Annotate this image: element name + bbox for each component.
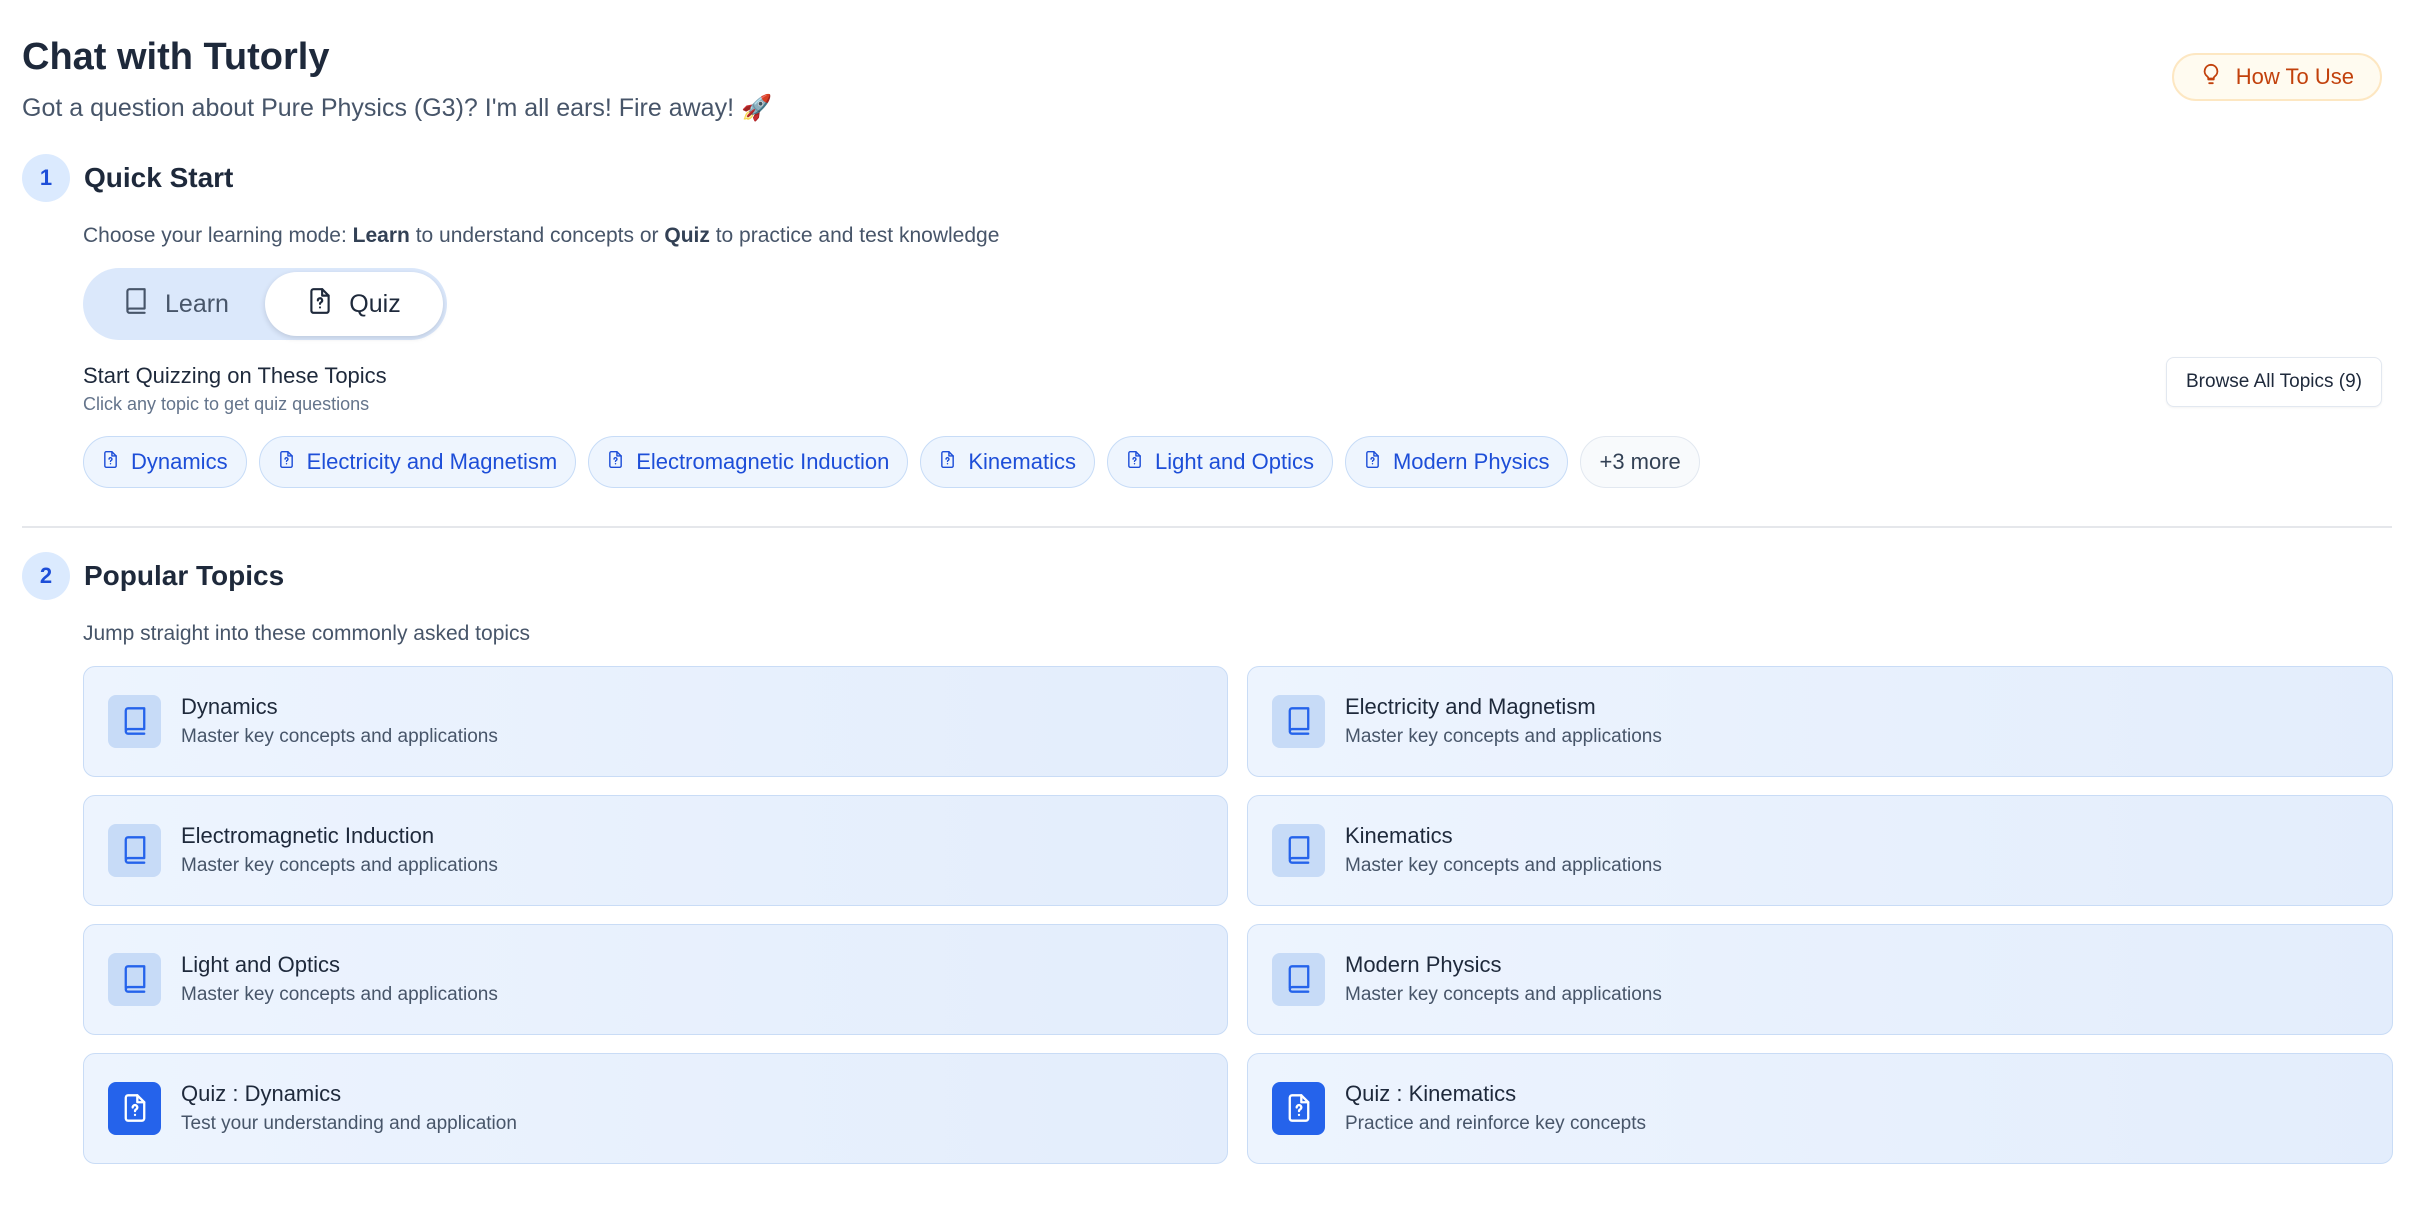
card-subtitle: Master key concepts and applications — [1345, 725, 1662, 747]
quiz-file-icon — [939, 449, 956, 475]
topic-card[interactable]: Electromagnetic Induction Master key conc… — [83, 794, 1228, 906]
learn-mode-button[interactable]: Learn — [87, 272, 265, 336]
topic-card[interactable]: Dynamics Master key concepts and applicat… — [83, 665, 1228, 777]
chip-label: Electricity and Magnetism — [306, 449, 558, 474]
quiz-file-icon — [1126, 449, 1143, 475]
quiz-topic-chip[interactable]: Electromagnetic Induction — [588, 436, 909, 488]
lightbulb-icon — [2200, 63, 2222, 91]
topic-card[interactable]: Modern Physics Master key concepts and ap… — [1247, 923, 2393, 1035]
topic-card[interactable]: Quiz : Kinematics Practice and reinforce … — [1247, 1052, 2393, 1164]
quiz-topic-chip[interactable]: Electricity and Magnetism — [258, 436, 577, 488]
header: Chat with Tutorly Got a question about P… — [22, 34, 2392, 154]
chip-label: Light and Optics — [1154, 449, 1314, 474]
card-subtitle: Test your understanding and application — [181, 1112, 517, 1134]
book-icon — [108, 823, 161, 877]
learn-mode-label: Learn — [165, 289, 229, 318]
card-text: Light and Optics Master key concepts and … — [181, 951, 498, 1008]
quiz-file-icon — [307, 287, 333, 322]
page-subtitle: Got a question about Pure Physics (G3)? … — [22, 94, 773, 122]
card-subtitle: Master key concepts and applications — [181, 854, 498, 876]
card-subtitle: Master key concepts and applications — [181, 983, 498, 1005]
section-divider — [22, 526, 2392, 528]
card-title: Quiz : Dynamics — [181, 1080, 342, 1106]
popular-topics-desc: Jump straight into these commonly asked … — [83, 621, 531, 645]
card-title: Kinematics — [1345, 822, 1453, 848]
popular-topics-header: 2 Popular Topics — [22, 551, 2392, 600]
card-subtitle: Master key concepts and applications — [1345, 854, 1662, 876]
mode-description: Choose your learning mode: Learn to unde… — [83, 222, 2392, 250]
section-title-popular-topics: Popular Topics — [84, 559, 285, 591]
quiz-topic-chip[interactable]: Dynamics — [83, 436, 247, 488]
more-topics-chip[interactable]: +3 more — [1580, 436, 1700, 488]
quiz-topics-header: Start Quizzing on These Topics Click any… — [83, 357, 2392, 420]
card-text: Kinematics Master key concepts and applic… — [1345, 822, 1662, 879]
book-icon — [108, 952, 161, 1006]
card-subtitle: Master key concepts and applications — [1345, 983, 1662, 1005]
mode-desc-learn: Learn — [352, 224, 410, 247]
card-text: Quiz : Dynamics Test your understanding a… — [181, 1080, 517, 1137]
book-icon — [108, 694, 161, 748]
topic-card[interactable]: Kinematics Master key concepts and applic… — [1247, 794, 2393, 906]
section-title-quick-start: Quick Start — [84, 162, 234, 193]
quick-start-body: Choose your learning mode: Learn to unde… — [22, 222, 2392, 488]
card-title: Light and Optics — [181, 951, 340, 977]
quiz-topics-title: Start Quizzing on These Topics — [83, 363, 387, 388]
topic-card[interactable]: Quiz : Dynamics Test your understanding a… — [83, 1052, 1228, 1164]
page-title: Chat with Tutorly — [22, 36, 330, 78]
card-title: Dynamics — [181, 693, 278, 719]
popular-topics-section: 2 Popular Topics Jump straight into thes… — [22, 551, 2393, 1164]
step-badge-2: 2 — [22, 551, 70, 600]
quiz-file-icon — [102, 449, 119, 475]
quiz-file-icon — [1364, 449, 1381, 475]
card-title: Quiz : Kinematics — [1345, 1080, 1517, 1106]
quiz-topic-chip[interactable]: Light and Optics — [1106, 436, 1333, 488]
topic-cards-grid: Dynamics Master key concepts and applicat… — [83, 665, 2393, 1164]
book-icon — [123, 287, 149, 322]
card-text: Electricity and Magnetism Master key conc… — [1345, 693, 1662, 750]
chip-label: Kinematics — [968, 449, 1076, 474]
quiz-mode-button[interactable]: Quiz — [265, 272, 443, 336]
mode-desc-quiz: Quiz — [664, 224, 710, 247]
book-icon — [1272, 952, 1325, 1006]
book-icon — [1272, 694, 1325, 748]
topic-card[interactable]: Light and Optics Master key concepts and … — [83, 923, 1228, 1035]
quick-start-section: 1 Quick Start Choose your learning mode:… — [22, 154, 2392, 488]
chip-label: Modern Physics — [1392, 449, 1550, 474]
how-to-use-button[interactable]: How To Use — [2171, 53, 2382, 101]
card-title: Electricity and Magnetism — [1345, 693, 1596, 719]
browse-all-topics-button[interactable]: Browse All Topics (9) — [2166, 357, 2382, 407]
card-text: Quiz : Kinematics Practice and reinforce … — [1345, 1080, 1646, 1137]
card-text: Modern Physics Master key concepts and ap… — [1345, 951, 1662, 1008]
quiz-file-icon — [1272, 1081, 1325, 1135]
quiz-topic-chip[interactable]: Kinematics — [920, 436, 1095, 488]
card-title: Modern Physics — [1345, 951, 1502, 977]
step-badge-1: 1 — [22, 154, 70, 202]
quiz-file-icon — [108, 1081, 161, 1135]
book-icon — [1272, 823, 1325, 877]
card-text: Dynamics Master key concepts and applicat… — [181, 693, 498, 750]
quiz-topic-chip[interactable]: Modern Physics — [1344, 436, 1569, 488]
mode-desc-prefix: Choose your learning mode: — [83, 224, 353, 247]
card-subtitle: Practice and reinforce key concepts — [1345, 1112, 1646, 1134]
popular-topics-body: Jump straight into these commonly asked … — [22, 620, 2393, 1164]
topic-card[interactable]: Electricity and Magnetism Master key conc… — [1247, 665, 2393, 777]
quiz-file-icon — [278, 449, 295, 475]
quiz-file-icon — [607, 449, 624, 475]
card-text: Electromagnetic Induction Master key conc… — [181, 822, 498, 879]
quiz-topics-hint: Click any topic to get quiz questions — [83, 394, 370, 414]
mode-toggle: Learn Quiz — [83, 268, 447, 340]
how-to-use-label: How To Use — [2235, 64, 2354, 89]
mode-desc-suffix: to practice and test knowledge — [709, 224, 1000, 247]
chip-label: Electromagnetic Induction — [636, 449, 890, 474]
page: Chat with Tutorly Got a question about P… — [0, 0, 2414, 1218]
card-title: Electromagnetic Induction — [181, 822, 435, 848]
mode-desc-mid: to understand concepts or — [409, 224, 665, 247]
quiz-mode-label: Quiz — [349, 289, 401, 318]
chip-label: Dynamics — [131, 449, 228, 474]
quick-start-header: 1 Quick Start — [22, 154, 2392, 202]
card-subtitle: Master key concepts and applications — [181, 725, 498, 747]
quiz-topic-chips: Dynamics Electricity and Magnetism Electro… — [83, 436, 2392, 488]
